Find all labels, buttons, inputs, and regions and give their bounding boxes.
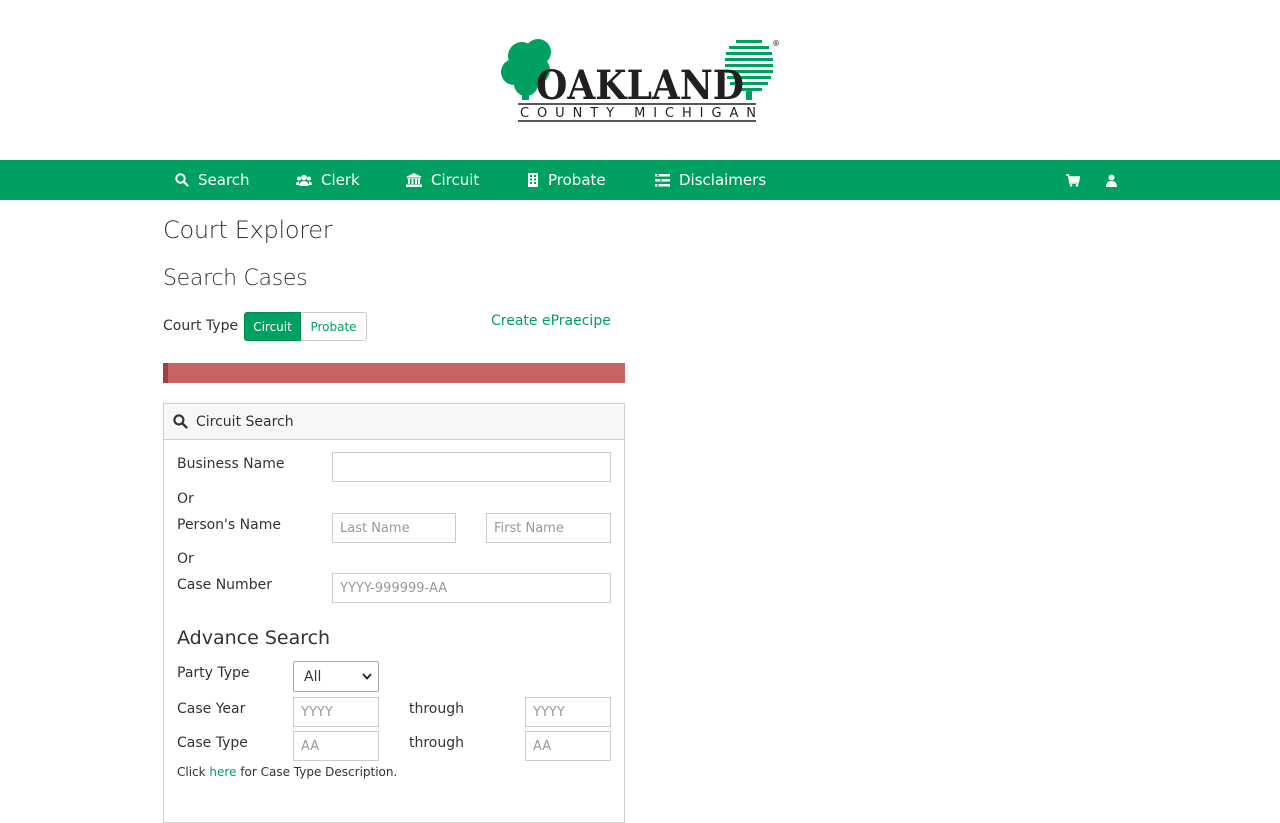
building-icon [528, 173, 538, 187]
user-icon [1106, 174, 1117, 187]
last-name-input[interactable] [332, 513, 456, 543]
case-type-label: Case Type [177, 735, 248, 751]
court-type-toggle: Circuit Probate [244, 312, 367, 341]
through-label-1: through [409, 701, 465, 717]
panel-title: Circuit Search [196, 413, 294, 430]
user-button[interactable] [1106, 160, 1126, 200]
users-icon [296, 174, 312, 186]
courthouse-icon [406, 173, 422, 187]
nav-clerk[interactable]: Clerk [296, 160, 360, 200]
case-year-to-input[interactable] [525, 697, 611, 727]
search-icon [173, 414, 188, 429]
hint-suffix: for Case Type Description. [236, 765, 398, 779]
panel-header: Circuit Search [164, 404, 624, 440]
nav-search-label: Search [198, 171, 250, 189]
nav-clerk-label: Clerk [321, 171, 360, 189]
hint-prefix: Click [177, 765, 210, 779]
oakland-county-logo[interactable]: OAKLAND ® COUNTY MICHIGAN [500, 36, 780, 126]
case-type-description-link[interactable]: here [209, 765, 236, 779]
alert-bar [163, 363, 625, 383]
page-title: Court Explorer [163, 216, 333, 244]
advance-search-heading: Advance Search [177, 627, 331, 649]
or-label-2: Or [177, 551, 194, 567]
case-number-label: Case Number [177, 577, 272, 593]
cart-button[interactable] [1066, 160, 1089, 200]
through-label-2: through [409, 735, 465, 751]
case-year-from-input[interactable] [293, 697, 379, 727]
nav-circuit-label: Circuit [431, 171, 480, 189]
chevron-down-icon [362, 673, 372, 680]
search-icon [175, 173, 189, 187]
party-type-value: All [304, 668, 322, 685]
nav-probate-label: Probate [548, 171, 606, 189]
case-type-hint: Click here for Case Type Description. [177, 765, 397, 779]
logo-wordmark: OAKLAND [536, 62, 744, 109]
party-type-label: Party Type [177, 665, 250, 681]
cart-icon [1066, 173, 1080, 187]
logo-subtitle: COUNTY MICHIGAN [520, 106, 756, 121]
registered-mark: ® [772, 39, 780, 48]
create-epraecipe-link[interactable]: Create ePraecipe [491, 313, 611, 329]
or-label-1: Or [177, 491, 194, 507]
circuit-toggle-button[interactable]: Circuit [244, 312, 301, 341]
court-type-label: Court Type [163, 318, 239, 334]
page-subtitle: Search Cases [163, 266, 308, 291]
case-type-to-input[interactable] [525, 731, 611, 761]
site-header: OAKLAND ® COUNTY MICHIGAN [0, 0, 1280, 160]
case-number-input[interactable] [332, 573, 611, 603]
nav-search[interactable]: Search [175, 160, 250, 200]
case-type-from-input[interactable] [293, 731, 379, 761]
case-year-label: Case Year [177, 701, 246, 717]
list-icon [655, 173, 670, 186]
main-navbar: Search Clerk Circuit Probate Disclaimers [0, 160, 1280, 200]
business-name-label: Business Name [177, 456, 285, 472]
persons-name-label: Person's Name [177, 517, 281, 533]
probate-toggle-button[interactable]: Probate [301, 312, 367, 341]
nav-circuit[interactable]: Circuit [406, 160, 479, 200]
first-name-input[interactable] [486, 513, 611, 543]
business-name-input[interactable] [332, 452, 611, 482]
nav-disclaimers-label: Disclaimers [679, 171, 767, 189]
nav-disclaimers[interactable]: Disclaimers [655, 160, 766, 200]
nav-probate[interactable]: Probate [527, 160, 606, 200]
party-type-select[interactable]: All [293, 661, 379, 692]
